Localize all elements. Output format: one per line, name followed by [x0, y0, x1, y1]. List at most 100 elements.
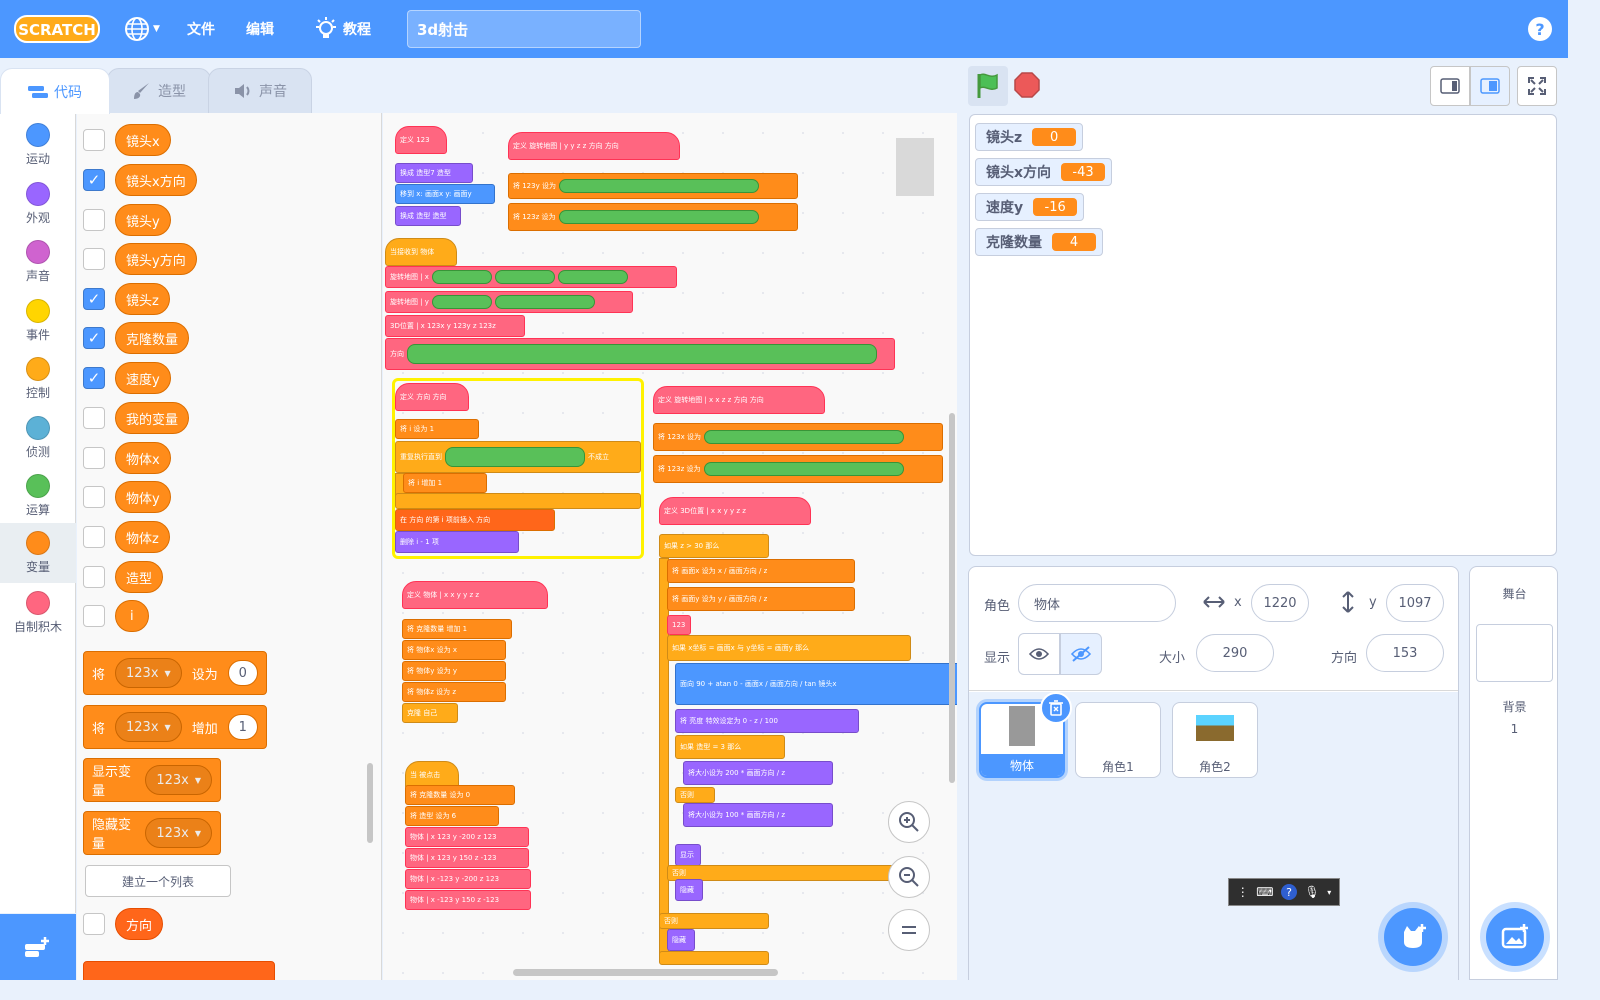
category-operators[interactable]: 运算 [0, 466, 76, 524]
change-variable-block[interactable]: 将 123x ▼ 增加 1 [83, 705, 267, 749]
show-variable-block[interactable]: 显示变量 123x ▼ [83, 758, 221, 802]
hide-variable-block[interactable]: 隐藏变量 123x ▼ [83, 811, 221, 855]
set-variable-block[interactable]: 将 克隆数量 设为 0 [405, 785, 515, 805]
stop-button[interactable] [1012, 70, 1042, 100]
variable-dropdown[interactable]: 123x ▼ [145, 818, 212, 848]
variable-checkbox[interactable]: ✓ [83, 288, 105, 310]
show-sprite-button[interactable] [1018, 633, 1060, 675]
set-variable-block[interactable]: 将 123z 设为 [653, 455, 943, 483]
y-position-input[interactable]: 1097 [1386, 584, 1444, 622]
sprite-tile[interactable]: 角色2 [1172, 702, 1258, 778]
category-sound[interactable]: 声音 [0, 232, 76, 290]
set-variable-block[interactable]: 将 物体z 设为 z [402, 682, 506, 702]
make-list-button[interactable]: 建立一个列表 [85, 865, 231, 897]
custom-call-block[interactable]: 旋转地图 | x [385, 266, 677, 288]
hide-block[interactable]: 隐藏 [667, 929, 695, 951]
variable-checkbox[interactable] [83, 129, 105, 151]
tutorials-menu[interactable]: 教程 [315, 0, 371, 58]
delete-sprite-button[interactable] [1040, 692, 1072, 724]
palette-scrollbar[interactable] [367, 763, 373, 843]
ime-toolbar[interactable]: ⋮ ⌨ ? 🎙 ▾ [1228, 878, 1340, 906]
switch-costume-block[interactable]: 换成 造型 造型 [395, 206, 461, 226]
variable-checkbox[interactable] [83, 447, 105, 469]
variable-reporter[interactable]: 镜头z [115, 283, 170, 315]
variable-dropdown[interactable]: 123x ▼ [115, 712, 182, 742]
category-events[interactable]: 事件 [0, 291, 76, 349]
variable-checkbox[interactable] [83, 248, 105, 270]
define-block[interactable]: 定义 旋转地图 | y y z z 方向 方向 [508, 132, 680, 160]
list-reporter[interactable]: 方向 [115, 908, 164, 940]
chevron-down-icon[interactable]: ▾ [1327, 888, 1331, 897]
goto-xy-block[interactable]: 移到 x: 画面x y: 画面y [395, 184, 495, 204]
set-variable-block[interactable]: 将 画面x 设为 x / 画面方向 / z [667, 559, 855, 583]
set-variable-block[interactable]: 将 物体y 设为 y [402, 661, 506, 681]
variable-monitor[interactable]: 镜头z 0 [975, 123, 1084, 151]
custom-call-block[interactable]: 物体 | x 123 y 150 z -123 [405, 848, 529, 868]
variable-reporter[interactable]: 镜头y [115, 204, 171, 236]
list-block-partial[interactable] [83, 961, 275, 980]
workspace-horizontal-scrollbar[interactable] [513, 969, 778, 976]
set-variable-block[interactable]: 将 画面y 设为 y / 画面方向 / z [667, 587, 855, 611]
project-title-input[interactable]: 3d射击 [407, 10, 641, 48]
category-looks[interactable]: 外观 [0, 174, 76, 232]
zoom-in-button[interactable] [888, 801, 930, 843]
variable-reporter[interactable]: 镜头y方向 [115, 243, 197, 275]
variable-reporter[interactable]: 镜头x方向 [115, 164, 197, 196]
custom-call-block[interactable]: 物体 | x -123 y 150 z -123 [405, 890, 531, 910]
variable-checkbox[interactable] [83, 605, 105, 627]
variable-checkbox[interactable] [83, 209, 105, 231]
custom-call-block[interactable]: 物体 | x -123 y -200 z 123 [405, 869, 531, 889]
list-delete-block[interactable]: 删除 i - 1 项 [395, 531, 519, 553]
set-variable-block[interactable]: 将 123x ▼ 设为 0 [83, 651, 267, 695]
fullscreen-button[interactable] [1517, 66, 1557, 106]
set-variable-block[interactable]: 将 造型 设为 6 [405, 806, 499, 826]
variable-checkbox[interactable] [83, 566, 105, 588]
help-circle-icon[interactable]: ? [1281, 884, 1298, 900]
define-block[interactable]: 定义 3D位置 | x x y y z z [659, 497, 811, 525]
variable-reporter[interactable]: 我的变量 [115, 402, 190, 434]
switch-costume-block[interactable]: 换成 造型7 造型 [395, 163, 473, 183]
help-icon[interactable]: ? [1528, 17, 1552, 41]
size-input[interactable]: 290 [1196, 634, 1274, 672]
microphone-icon[interactable]: 🎙 [1305, 885, 1320, 899]
hide-block[interactable]: 隐藏 [675, 879, 703, 901]
choose-backdrop-button[interactable] [1486, 908, 1544, 966]
variable-dropdown[interactable]: 123x ▼ [115, 658, 182, 688]
tab-code[interactable]: 代码 [0, 68, 110, 114]
variable-monitor[interactable]: 速度y -16 [975, 193, 1085, 221]
edit-menu[interactable]: 编辑 [246, 0, 274, 58]
list-insert-block[interactable]: 在 方向 的第 i 项前插入 方向 [395, 509, 555, 531]
variable-monitor[interactable]: 镜头x方向 -43 [975, 158, 1113, 186]
add-extension-button[interactable] [0, 914, 76, 980]
if-block[interactable]: 如果 造型 = 3 那么 [675, 735, 785, 759]
hide-sprite-button[interactable] [1060, 633, 1102, 675]
show-block[interactable]: 显示 [675, 844, 701, 866]
set-variable-block[interactable]: 将 123x 设为 [653, 423, 943, 451]
custom-call-block[interactable]: 123 [667, 615, 691, 635]
category-control[interactable]: 控制 [0, 349, 76, 407]
value-input[interactable]: 1 [227, 714, 258, 740]
sprite-tile[interactable]: 角色1 [1075, 702, 1161, 778]
variable-checkbox[interactable]: ✓ [83, 367, 105, 389]
custom-call-block[interactable]: 旋转地图 | y [385, 291, 633, 313]
large-stage-button[interactable] [1470, 66, 1510, 106]
set-variable-block[interactable]: 将 物体x 设为 x [402, 640, 506, 660]
custom-call-block[interactable]: 方向 [385, 338, 895, 370]
define-block[interactable]: 定义 物体 | x x y y z z [402, 581, 548, 609]
define-block[interactable]: 定义 方向 方向 [395, 383, 469, 411]
variable-checkbox[interactable] [83, 407, 105, 429]
category-motion[interactable]: 运动 [0, 115, 76, 173]
script-workspace[interactable]: 定义 123 换成 造型7 造型 移到 x: 画面x y: 画面y 换成 造型 … [383, 113, 957, 980]
tab-sounds[interactable]: 声音 [208, 68, 312, 114]
variable-checkbox[interactable]: ✓ [83, 169, 105, 191]
direction-input[interactable]: 153 [1366, 634, 1444, 672]
change-variable-block[interactable]: 将 克隆数量 增加 1 [402, 619, 512, 639]
set-variable-block[interactable]: 将 123z 设为 [508, 203, 798, 231]
define-block[interactable]: 定义 123 [395, 126, 447, 154]
small-stage-button[interactable] [1430, 66, 1470, 106]
set-effect-block[interactable]: 将 亮度 特效设定为 0 - z / 100 [675, 709, 859, 733]
variable-reporter[interactable]: 造型 [115, 561, 164, 593]
set-variable-block[interactable]: 将 123y 设为 [508, 173, 798, 199]
variable-reporter[interactable]: 物体y [115, 481, 171, 513]
set-size-block[interactable]: 将大小设为 100 * 画面方向 / z [683, 803, 833, 827]
